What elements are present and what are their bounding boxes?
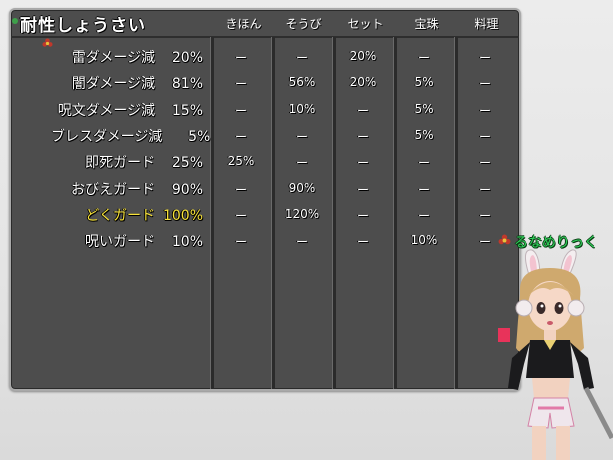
resistance-row-label: 雷ダメージ減 20% xyxy=(51,47,203,67)
resistance-cell: 10% xyxy=(410,233,438,247)
resistance-total: 90% xyxy=(171,182,203,198)
resistance-row-label: ブレスダメージ減 5% xyxy=(51,126,210,146)
resistance-cell: ー xyxy=(234,235,247,249)
resistance-cell: 5% xyxy=(414,75,434,89)
resistance-cell: ー xyxy=(295,235,308,249)
column-header-equipment: そうび xyxy=(285,17,322,31)
resistance-cell: ー xyxy=(478,183,491,197)
resistance-cell: ー xyxy=(478,77,491,91)
resistance-cell: ー xyxy=(295,156,308,170)
resistance-cell: ー xyxy=(295,51,308,65)
resistance-cell: ー xyxy=(234,104,247,118)
resistance-cell: ー xyxy=(234,183,247,197)
resistance-total: 10% xyxy=(171,234,203,250)
window-titlebar: 耐性しょうさい きほん そうび セット 宝珠 料理 xyxy=(11,10,519,38)
player-character-avatar xyxy=(498,249,613,460)
resistance-name: おびえガード xyxy=(71,182,155,198)
resistance-name: 呪文ダメージ減 xyxy=(57,103,155,119)
resistance-cell: ー xyxy=(478,156,491,170)
resistance-cell: ー xyxy=(478,130,491,144)
resistance-row-label: どくガード 100% xyxy=(51,205,203,225)
column-header-set: セット xyxy=(347,17,384,31)
column-header-food: 料理 xyxy=(474,17,499,31)
resistance-cell: ー xyxy=(417,51,430,65)
resistance-name: 雷ダメージ減 xyxy=(71,50,155,66)
resistance-total: 5% xyxy=(188,129,211,145)
resistance-cell: ー xyxy=(417,209,430,223)
resistance-cell: ー xyxy=(234,209,247,223)
resistance-total: 25% xyxy=(171,155,203,171)
resistance-cell: ー xyxy=(356,104,369,118)
resistance-details-window: 耐性しょうさい きほん そうび セット 宝珠 料理 雷ダメージ減 20% ーー 20%… xyxy=(9,8,521,391)
resistance-cell: 10% xyxy=(288,102,316,116)
resistance-row-label: 闇ダメージ減 81% xyxy=(51,73,203,93)
resistance-cell: ー xyxy=(234,77,247,91)
resistance-name: ブレスダメージ減 xyxy=(51,129,163,145)
resistance-cell: ー xyxy=(356,130,369,144)
resistance-cell: 20% xyxy=(349,49,377,63)
column-header-base: きほん xyxy=(225,17,262,31)
resistance-cell: 90% xyxy=(288,181,316,195)
resistance-cell: ー xyxy=(478,51,491,65)
resistance-row-label: おびえガード 90% xyxy=(51,179,203,199)
resistance-name: 闇ダメージ減 xyxy=(71,76,155,92)
resistance-cell: ー xyxy=(417,183,430,197)
resistance-cell: ー xyxy=(478,209,491,223)
resistance-name: どくガード xyxy=(85,208,155,224)
resistance-cell: ー xyxy=(356,235,369,249)
resistance-cell: 56% xyxy=(288,75,316,89)
column-divider xyxy=(393,37,397,389)
resistance-cell: ー xyxy=(356,209,369,223)
resistance-total: 20% xyxy=(171,50,203,66)
resistance-cell: ー xyxy=(356,156,369,170)
flower-icon xyxy=(498,234,511,245)
resistance-total: 81% xyxy=(171,76,203,92)
resistance-name: 呪いガード xyxy=(85,234,155,250)
resistance-total: 100% xyxy=(162,208,203,224)
resistance-name: 即死ガード xyxy=(85,155,155,171)
resistance-cell: ー xyxy=(478,104,491,118)
resistance-cell: 5% xyxy=(414,128,434,142)
resistance-cell: 5% xyxy=(414,102,434,116)
resistance-row-label: 呪いガード 10% xyxy=(51,231,203,251)
title-marker-icon xyxy=(12,18,18,24)
column-header-orb: 宝珠 xyxy=(414,17,439,31)
column-divider xyxy=(271,37,275,389)
resistance-cell: 20% xyxy=(349,75,377,89)
resistance-cell: ー xyxy=(417,156,430,170)
resistance-cell: ー xyxy=(356,183,369,197)
resistance-row-label: 即死ガード 25% xyxy=(51,152,203,172)
window-title: 耐性しょうさい xyxy=(20,16,146,36)
resistance-cell: ー xyxy=(234,51,247,65)
resistance-cell: 120% xyxy=(284,207,320,221)
resistance-row-label: 呪文ダメージ減 15% xyxy=(51,100,203,120)
column-divider xyxy=(210,37,214,389)
column-divider xyxy=(332,37,336,389)
resistance-cell: ー xyxy=(234,130,247,144)
column-divider xyxy=(454,37,458,389)
resistance-total: 15% xyxy=(171,103,203,119)
resistance-cell: ー xyxy=(295,130,308,144)
resistance-cell: 25% xyxy=(227,154,255,168)
